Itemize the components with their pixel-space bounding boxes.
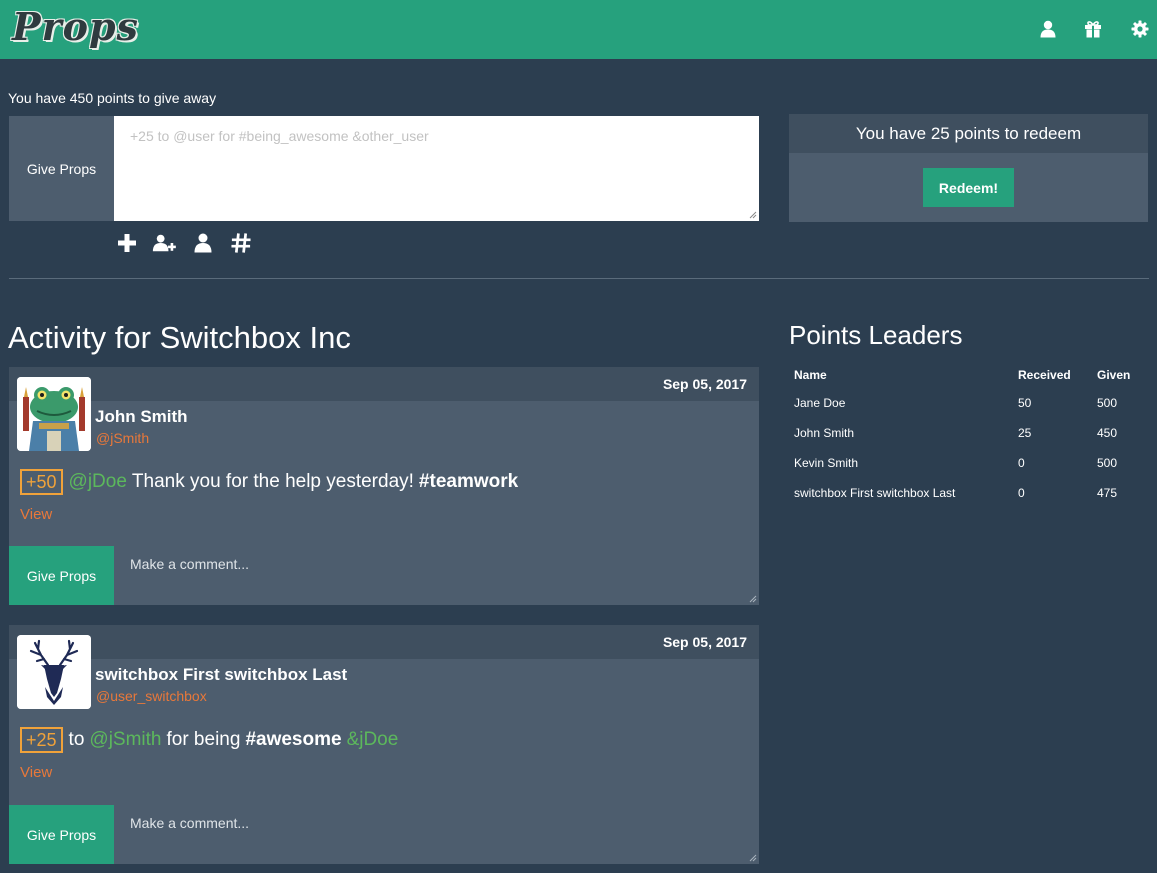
hashtag-icon[interactable] <box>228 232 254 254</box>
add-user-icon[interactable] <box>152 232 178 254</box>
hashtag-link[interactable]: #teamwork <box>419 471 518 493</box>
table-row: switchbox First switchbox Last 0 475 <box>789 478 1148 508</box>
post-date: Sep 05, 2017 <box>662 376 747 392</box>
activity-title: Activity for Switchbox Inc <box>8 320 351 355</box>
avatar[interactable] <box>17 635 91 709</box>
table-row: John Smith 25 450 <box>789 418 1148 448</box>
post-message: +50 @jDoe Thank you for the help yesterd… <box>20 469 518 495</box>
view-link[interactable]: View <box>20 506 52 523</box>
post-author-name[interactable]: switchbox First switchbox Last <box>95 665 347 685</box>
leader-name: switchbox First switchbox Last <box>794 486 956 500</box>
table-row: Kevin Smith 0 500 <box>789 448 1148 478</box>
points-badge: +25 <box>20 727 63 753</box>
redeem-panel: You have 25 points to redeem Redeem! <box>789 114 1148 222</box>
post-date: Sep 05, 2017 <box>662 634 747 650</box>
table-header-row: Name Received Given <box>789 362 1148 388</box>
give-props-label: Give Props <box>9 116 114 221</box>
comment-row: Give Props <box>9 546 759 605</box>
table-row: Jane Doe 50 500 <box>789 388 1148 418</box>
leader-received: 25 <box>1018 426 1032 440</box>
user-icon[interactable] <box>190 232 216 254</box>
card-header: Sep 05, 2017 <box>9 625 759 659</box>
leader-name: Kevin Smith <box>794 456 859 470</box>
resize-handle-icon[interactable] <box>749 595 757 603</box>
redeem-points-text: You have 25 points to redeem <box>789 114 1148 153</box>
user-icon[interactable] <box>1039 20 1057 38</box>
leader-name: Jane Doe <box>794 396 846 410</box>
column-header: Given <box>1097 368 1131 382</box>
compose-toolbar <box>114 232 254 254</box>
comment-input[interactable] <box>114 546 759 605</box>
post-author-handle[interactable]: @user_switchbox <box>96 688 207 704</box>
leader-given: 475 <box>1097 486 1118 500</box>
post-text: to <box>68 729 85 750</box>
leader-given: 500 <box>1097 456 1118 470</box>
plus-icon[interactable] <box>114 232 140 254</box>
mention-link[interactable]: &jDoe <box>347 729 399 751</box>
points-badge: +50 <box>20 469 63 495</box>
redeem-button[interactable]: Redeem! <box>923 168 1014 207</box>
post-text: for being <box>166 729 241 750</box>
resize-handle-icon[interactable] <box>749 211 757 219</box>
give-props-input[interactable] <box>114 116 759 221</box>
give-props-button[interactable]: Give Props <box>9 805 114 864</box>
gear-icon[interactable] <box>1131 20 1149 38</box>
section-divider <box>9 278 1149 279</box>
leader-given: 450 <box>1097 426 1118 440</box>
mention-link[interactable]: @jDoe <box>69 471 127 493</box>
leaders-table: Name Received Given Jane Doe 50 500 John… <box>789 362 1148 508</box>
hashtag-link[interactable]: #awesome <box>245 729 341 751</box>
top-navbar: Props <box>0 0 1157 59</box>
app-logo[interactable]: Props <box>12 4 139 49</box>
comment-row: Give Props <box>9 805 759 864</box>
post-message: +25 to @jSmith for being #awesome &jDoe <box>20 727 398 753</box>
post-author-handle[interactable]: @jSmith <box>96 430 149 446</box>
comment-input[interactable] <box>114 805 759 864</box>
points-to-give-text: You have 450 points to give away <box>8 90 217 106</box>
gift-icon[interactable] <box>1084 20 1102 38</box>
leader-given: 500 <box>1097 396 1118 410</box>
activity-card: Sep 05, 2017 switchbox First switchbox L… <box>9 625 759 864</box>
post-text: Thank you for the help yesterday! <box>131 471 414 492</box>
mention-link[interactable]: @jSmith <box>89 729 161 751</box>
card-header: Sep 05, 2017 <box>9 367 759 401</box>
leader-received: 0 <box>1018 486 1025 500</box>
avatar[interactable] <box>17 377 91 451</box>
resize-handle-icon[interactable] <box>749 854 757 862</box>
column-header: Name <box>794 368 827 382</box>
leader-name: John Smith <box>794 426 855 440</box>
leader-received: 50 <box>1018 396 1032 410</box>
view-link[interactable]: View <box>20 764 52 781</box>
activity-card: Sep 05, 2017 John Smith @jSmith +50 @jDo… <box>9 367 759 605</box>
give-props-button[interactable]: Give Props <box>9 546 114 605</box>
leaders-title: Points Leaders <box>789 320 963 350</box>
column-header: Received <box>1018 368 1071 382</box>
leader-received: 0 <box>1018 456 1025 470</box>
post-author-name[interactable]: John Smith <box>95 407 188 427</box>
